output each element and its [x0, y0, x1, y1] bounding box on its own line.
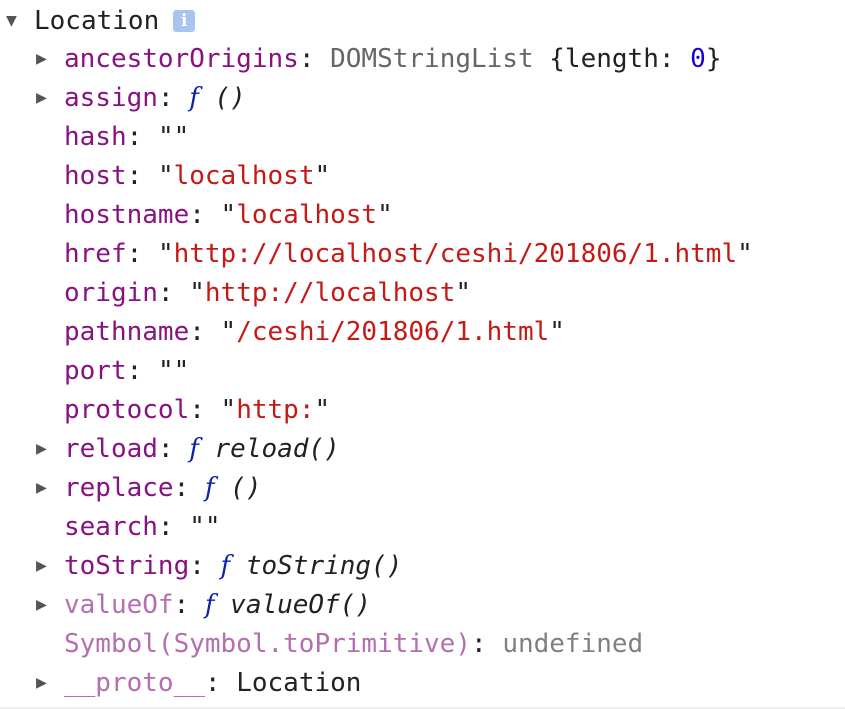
property-key: hash: [64, 122, 127, 152]
property-brace-open: {length:: [549, 44, 691, 74]
property-key: toString: [64, 551, 190, 581]
property-key: ancestorOrigins: [64, 44, 299, 74]
function-marker: f: [204, 473, 215, 503]
property-key: reload: [64, 434, 158, 464]
collapsed-triangle-icon[interactable]: ▶: [36, 79, 47, 117]
property-value: http://localhost/ceshi/201806/1.html: [173, 239, 738, 269]
property-value: localhost: [236, 200, 378, 230]
function-signature: reload(): [198, 434, 340, 464]
function-marker: f: [189, 434, 199, 464]
property-value: "": [157, 356, 190, 386]
collapsed-triangle-icon[interactable]: ▶: [36, 664, 47, 702]
property-key: assign: [64, 83, 158, 113]
property-value: http://localhost: [204, 278, 456, 308]
function-marker: f: [220, 551, 231, 581]
function-signature: valueOf(): [214, 590, 372, 620]
collapsed-triangle-icon[interactable]: ▶: [36, 586, 47, 624]
function-signature: (): [198, 83, 246, 113]
property-key: origin: [64, 278, 158, 308]
property-value: undefined: [502, 629, 644, 659]
property-key: replace: [64, 473, 174, 503]
object-title: Location: [34, 6, 160, 36]
function-marker: f: [189, 83, 199, 113]
function-signature: (): [214, 473, 262, 503]
property-key: valueOf: [64, 590, 174, 620]
info-icon[interactable]: i: [173, 10, 196, 32]
property-type: DOMStringList: [330, 44, 534, 74]
collapsed-triangle-icon[interactable]: ▶: [36, 40, 47, 78]
property-value: localhost: [173, 161, 315, 191]
console-object-tree: ▼ Location i ▶ ancestorOrigins: DOMStrin…: [0, 0, 845, 709]
property-value: http:: [236, 395, 315, 425]
function-marker: f: [204, 590, 215, 620]
property-key: host: [64, 161, 127, 191]
property-key: search: [64, 512, 158, 542]
property-value: Location: [236, 668, 362, 698]
property-key: __proto__: [64, 668, 205, 698]
expanded-triangle-icon[interactable]: ▼: [6, 2, 34, 40]
collapsed-triangle-icon[interactable]: ▶: [36, 430, 47, 468]
property-value: "": [189, 512, 221, 542]
location-object-header[interactable]: ▼ Location i: [6, 2, 196, 40]
collapsed-triangle-icon[interactable]: ▶: [36, 469, 47, 507]
property-key: protocol: [64, 395, 190, 425]
property-key: hostname: [64, 200, 190, 230]
function-signature: toString(): [230, 551, 403, 581]
property-brace-close: }: [705, 44, 722, 74]
property-key: href: [64, 239, 127, 269]
property-key: pathname: [64, 317, 190, 347]
property-value: "": [157, 122, 190, 152]
property-key: port: [64, 356, 127, 386]
property-key: Symbol(Symbol.toPrimitive): [64, 629, 471, 659]
property-length: 0: [690, 44, 706, 74]
property-value: /ceshi/201806/1.html: [236, 317, 550, 347]
collapsed-triangle-icon[interactable]: ▶: [36, 547, 47, 585]
